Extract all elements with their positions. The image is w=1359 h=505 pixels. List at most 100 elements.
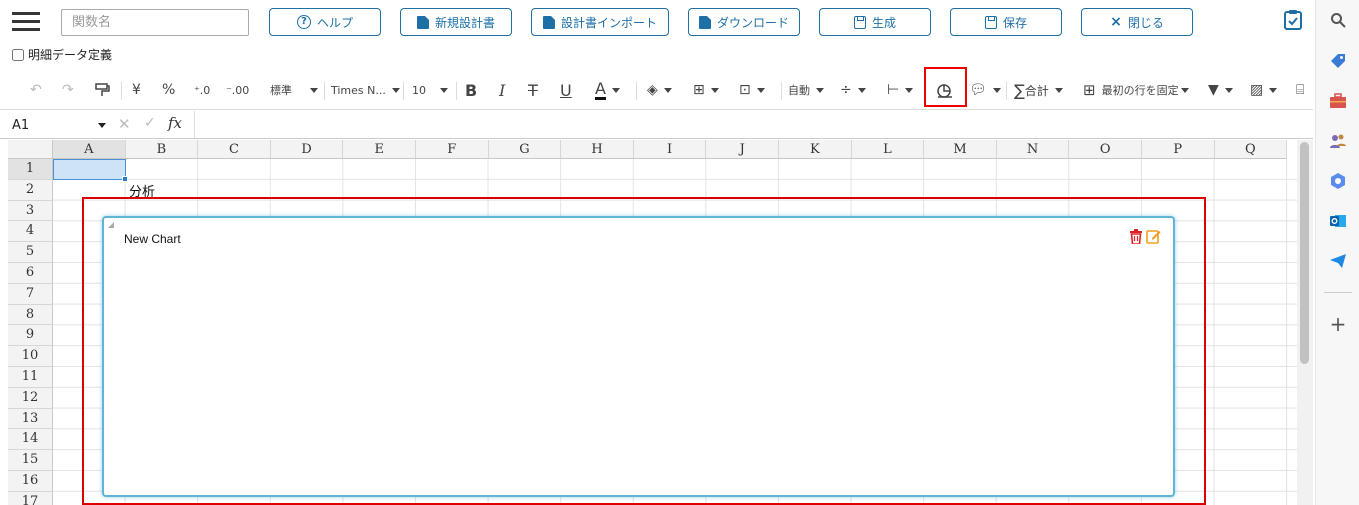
column-header-a[interactable]: A <box>53 140 126 159</box>
column-header-m[interactable]: M <box>924 140 997 159</box>
column-header-o[interactable]: O <box>1069 140 1142 159</box>
undo-icon[interactable]: ↶ <box>30 78 42 102</box>
row-header-9[interactable]: 9 <box>8 325 53 347</box>
active-cell-a1[interactable] <box>53 159 126 180</box>
wrap-dropdown[interactable]: 自動 <box>788 78 824 102</box>
fill-color-button[interactable]: ◈ <box>647 78 672 102</box>
name-box[interactable]: A1 <box>12 115 106 135</box>
function-label[interactable]: fx <box>168 114 182 132</box>
chart-container[interactable]: New Chart <box>102 216 1175 497</box>
conditional-format-button[interactable]: ▨ <box>1250 78 1278 102</box>
menu-icon[interactable] <box>12 10 42 32</box>
import-design-button[interactable]: 設計書インポート <box>531 8 669 36</box>
column-header-c[interactable]: C <box>198 140 271 159</box>
column-header-n[interactable]: N <box>996 140 1070 159</box>
row-header-2[interactable]: 2 <box>8 179 53 201</box>
insert-chart-button[interactable] <box>936 78 953 102</box>
column-header-k[interactable]: K <box>779 140 852 159</box>
column-header-f[interactable]: F <box>416 140 489 159</box>
column-header-q[interactable]: Q <box>1214 140 1288 159</box>
redo-icon[interactable]: ↷ <box>62 78 74 102</box>
right-sidebar: + <box>1315 0 1359 505</box>
row-header-10[interactable]: 10 <box>8 346 53 367</box>
row-header-17[interactable]: 17 <box>8 491 53 505</box>
formula-input[interactable] <box>194 111 1294 138</box>
send-icon[interactable] <box>1328 251 1348 271</box>
vertical-scrollbar[interactable] <box>1297 140 1313 505</box>
comment-button[interactable]: 💬︎ <box>969 78 1001 102</box>
detail-data-checkbox[interactable] <box>12 48 24 61</box>
format-painter-icon[interactable] <box>94 78 110 102</box>
merge-cells-button[interactable]: ⊡ <box>739 78 765 102</box>
edit-icon[interactable] <box>1146 229 1161 244</box>
tag-icon[interactable] <box>1328 51 1348 71</box>
decrease-decimal-icon[interactable]: ⁻.00 <box>226 78 249 102</box>
cell-b2[interactable]: 分析 <box>129 181 155 200</box>
font-color-button[interactable]: A <box>595 78 620 102</box>
column-header-h[interactable]: H <box>561 140 634 159</box>
sum-dropdown[interactable]: ∑ 合計 <box>1014 78 1063 102</box>
confirm-edit-icon[interactable]: ✓ <box>144 115 156 131</box>
fill-handle[interactable] <box>122 176 128 182</box>
underline-button[interactable]: U <box>560 78 572 102</box>
vertical-align-button[interactable]: ÷ <box>840 78 866 102</box>
font-family-dropdown[interactable]: Times N... <box>331 78 400 102</box>
people-icon[interactable] <box>1328 131 1348 151</box>
more-tools-icon[interactable]: ⌸ <box>1296 78 1304 102</box>
currency-format-button[interactable]: ¥ <box>132 78 141 102</box>
column-header-d[interactable]: D <box>270 140 344 159</box>
clipboard-check-icon[interactable] <box>1283 9 1303 31</box>
row-header-12[interactable]: 12 <box>8 387 53 409</box>
close-button[interactable]: × 閉じる <box>1081 8 1193 36</box>
filter-button[interactable]: ▼ <box>1208 78 1233 102</box>
add-icon[interactable]: + <box>1328 312 1348 336</box>
column-header-p[interactable]: P <box>1142 140 1215 159</box>
column-header-i[interactable]: I <box>633 140 707 159</box>
column-header-j[interactable]: J <box>706 140 779 159</box>
row-header-15[interactable]: 15 <box>8 450 53 471</box>
freeze-row-dropdown[interactable]: ⊞ 最初の行を固定 <box>1083 78 1189 102</box>
row-header-16[interactable]: 16 <box>8 471 53 492</box>
italic-button[interactable]: I <box>499 78 505 102</box>
chevron-down-icon <box>663 87 672 93</box>
cancel-edit-icon[interactable]: ✕ <box>118 115 131 133</box>
generate-button[interactable]: 生成 <box>819 8 931 36</box>
row-header-5[interactable]: 5 <box>8 242 53 263</box>
borders-button[interactable]: ⊞ <box>693 78 719 102</box>
function-search-input[interactable] <box>61 9 249 36</box>
briefcase-icon[interactable] <box>1328 91 1348 111</box>
help-button[interactable]: ? ヘルプ <box>269 8 381 36</box>
row-header-7[interactable]: 7 <box>8 283 53 305</box>
row-header-4[interactable]: 4 <box>8 221 53 243</box>
column-header-e[interactable]: E <box>343 140 416 159</box>
download-button[interactable]: ダウンロード <box>688 8 800 36</box>
font-size-dropdown[interactable]: 10 <box>412 78 448 102</box>
search-icon[interactable] <box>1328 10 1348 30</box>
select-all-corner[interactable] <box>8 140 53 159</box>
column-header-l[interactable]: L <box>851 140 925 159</box>
row-header-8[interactable]: 8 <box>8 304 53 326</box>
increase-decimal-icon[interactable]: ⁺.0 <box>194 78 210 102</box>
row-header-14[interactable]: 14 <box>8 429 53 451</box>
save-button[interactable]: 保存 <box>950 8 1062 36</box>
scrollbar-thumb[interactable] <box>1300 142 1309 364</box>
merge-cells-icon: ⊡ <box>739 82 751 98</box>
detail-data-checkbox-row[interactable]: 明細データ定義 <box>12 46 112 63</box>
number-format-dropdown[interactable]: 標準 <box>270 78 318 102</box>
trash-icon[interactable] <box>1129 229 1143 244</box>
copilot-icon[interactable] <box>1328 171 1348 191</box>
strikethrough-icon[interactable]: T <box>528 78 538 102</box>
column-header-b[interactable]: B <box>125 140 199 159</box>
row-header-6[interactable]: 6 <box>8 263 53 284</box>
resize-corner-icon[interactable] <box>108 222 114 228</box>
column-header-g[interactable]: G <box>488 140 562 159</box>
bold-button[interactable]: B <box>465 78 477 102</box>
row-header-3[interactable]: 3 <box>8 200 53 222</box>
horizontal-align-button[interactable]: ⊢ <box>887 78 914 102</box>
outlook-icon[interactable] <box>1328 211 1348 231</box>
row-header-11[interactable]: 11 <box>8 367 53 388</box>
row-header-1[interactable]: 1 <box>8 159 53 180</box>
percent-format-button[interactable]: % <box>162 78 175 102</box>
row-header-13[interactable]: 13 <box>8 408 53 430</box>
new-design-button[interactable]: 新規設計書 <box>400 8 512 36</box>
